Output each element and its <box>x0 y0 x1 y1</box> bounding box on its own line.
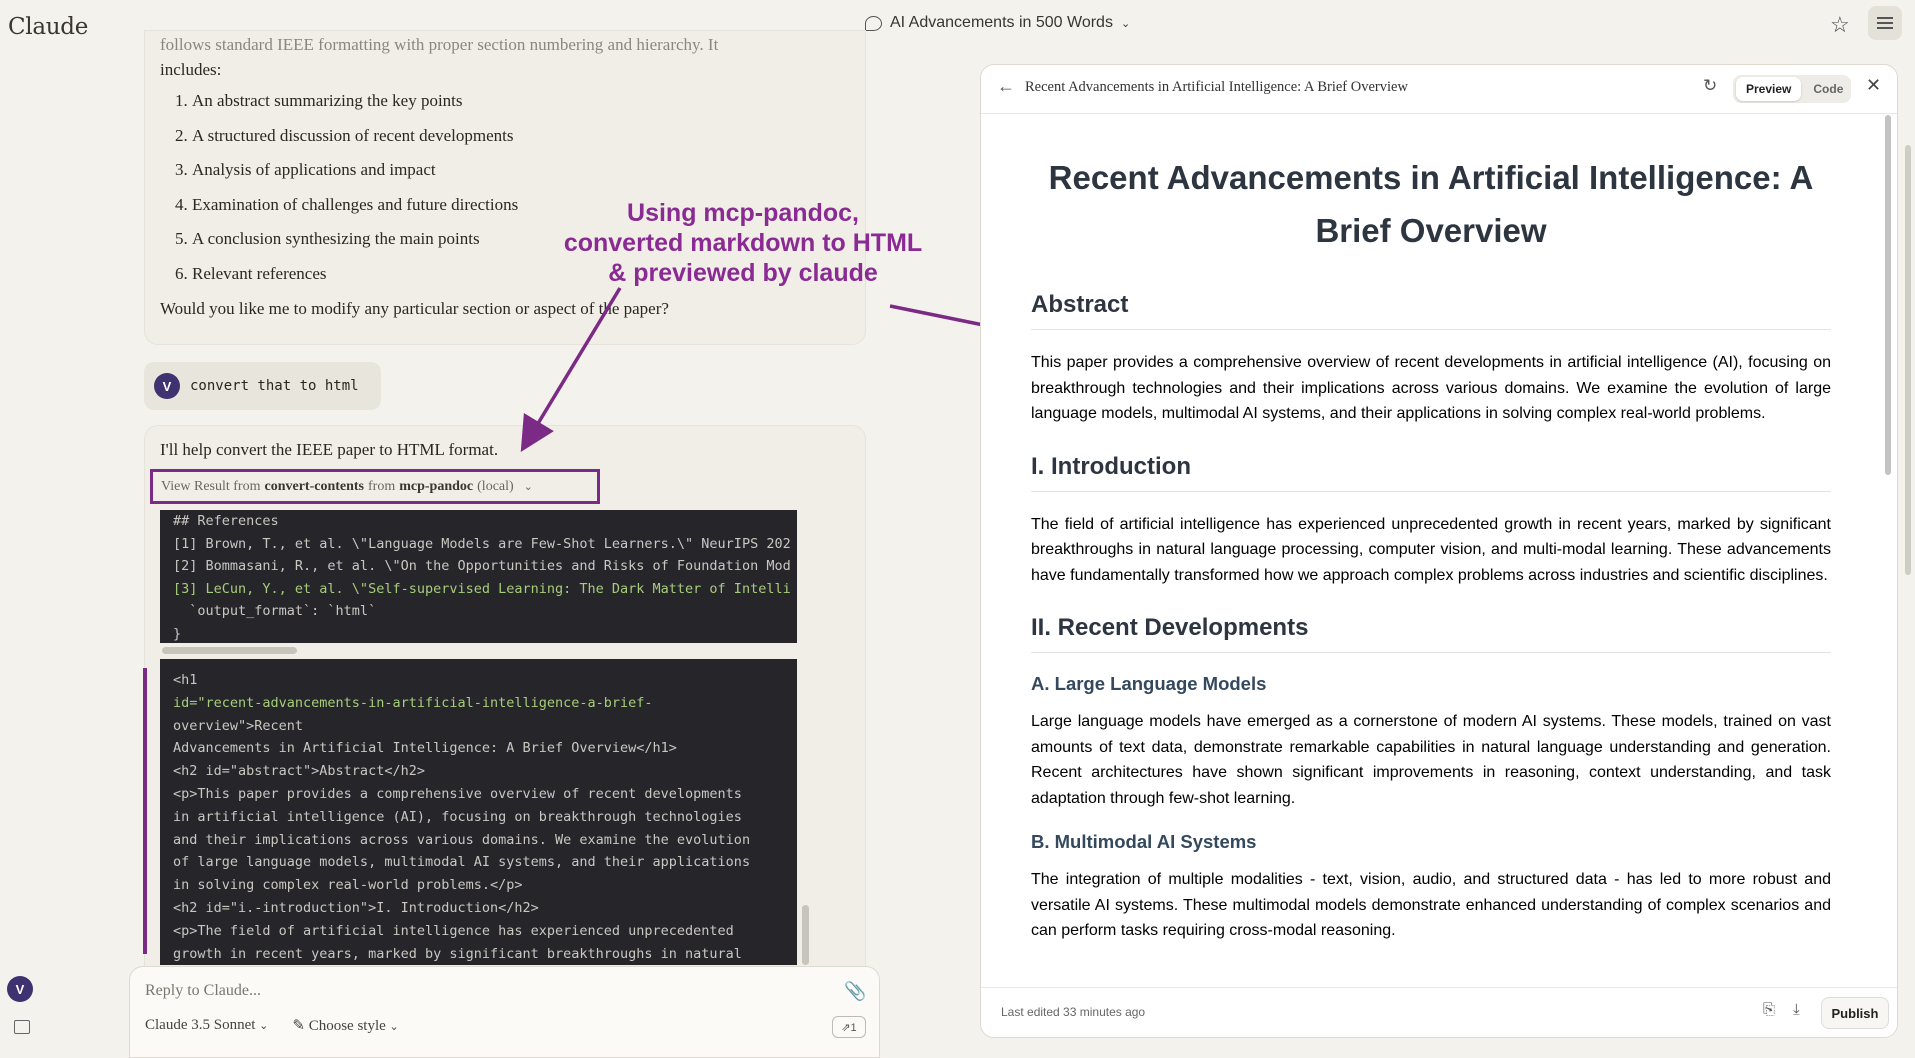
panel-header: ← Recent Advancements in Artificial Inte… <box>981 65 1897 114</box>
extension-badge-button[interactable]: ⇗1 <box>832 1016 866 1038</box>
arrow-to-view-result <box>520 287 622 452</box>
style-selector[interactable]: ✎ Choose style ⌄ <box>292 1016 398 1035</box>
page-scrollbar[interactable] <box>1905 145 1911 575</box>
subsection-heading: A. Large Language Models <box>1031 673 1267 694</box>
publish-button[interactable]: Publish <box>1821 997 1889 1029</box>
artifact-preview-panel: ← Recent Advancements in Artificial Inte… <box>980 64 1898 1038</box>
chevron-down-icon: ⌄ <box>259 1020 269 1032</box>
rendered-document: Recent Advancements in Artificial Intell… <box>1031 121 1831 944</box>
paragraph: The integration of multiple modalities -… <box>1031 871 1831 939</box>
brush-icon: ✎ <box>292 1016 305 1034</box>
panel-footer: Last edited 33 minutes ago ⎘ ⤓ Publish <box>981 987 1897 1037</box>
subsection-heading: B. Multimodal AI Systems <box>1031 831 1257 852</box>
paperclip-icon[interactable]: 📎 <box>844 981 866 1002</box>
last-edited-text: Last edited 33 minutes ago <box>1001 1005 1146 1019</box>
chevron-down-icon: ⌄ <box>389 1021 399 1033</box>
model-selector[interactable]: Claude 3.5 Sonnet ⌄ <box>145 1017 268 1034</box>
preview-code-toggle: Preview Code <box>1733 75 1851 103</box>
document-title: Recent Advancements in Artificial Intell… <box>1048 159 1814 249</box>
refresh-icon[interactable]: ↻ <box>1703 76 1717 96</box>
reply-input[interactable]: Reply to Claude... <box>145 982 261 1000</box>
section-heading: II. Recent Developments <box>1031 614 1831 653</box>
paragraph: Large language models have emerged as a … <box>1031 713 1831 807</box>
close-icon[interactable]: ✕ <box>1866 75 1881 96</box>
download-icon[interactable]: ⤓ <box>1793 1001 1800 1019</box>
paragraph: This paper provides a comprehensive over… <box>1031 354 1831 422</box>
sidebar-user-avatar[interactable]: V <box>7 976 33 1002</box>
preview-scrollbar[interactable] <box>1885 115 1891 475</box>
section-heading: I. Introduction <box>1031 453 1831 492</box>
sidebar-toggle-icon[interactable] <box>14 1020 30 1034</box>
tab-code[interactable]: Code <box>1801 77 1855 101</box>
tab-preview[interactable]: Preview <box>1736 77 1802 101</box>
back-arrow-icon[interactable]: ← <box>997 76 1015 97</box>
artifact-title: Recent Advancements in Artificial Intell… <box>1025 79 1408 95</box>
paragraph: The field of artificial intelligence has… <box>1031 515 1831 584</box>
copy-icon[interactable]: ⎘ <box>1763 1001 1775 1019</box>
section-heading: Abstract <box>1031 291 1831 330</box>
reply-composer[interactable] <box>129 966 880 1058</box>
composer-options: Claude 3.5 Sonnet ⌄ ✎ Choose style ⌄ <box>145 1016 399 1035</box>
